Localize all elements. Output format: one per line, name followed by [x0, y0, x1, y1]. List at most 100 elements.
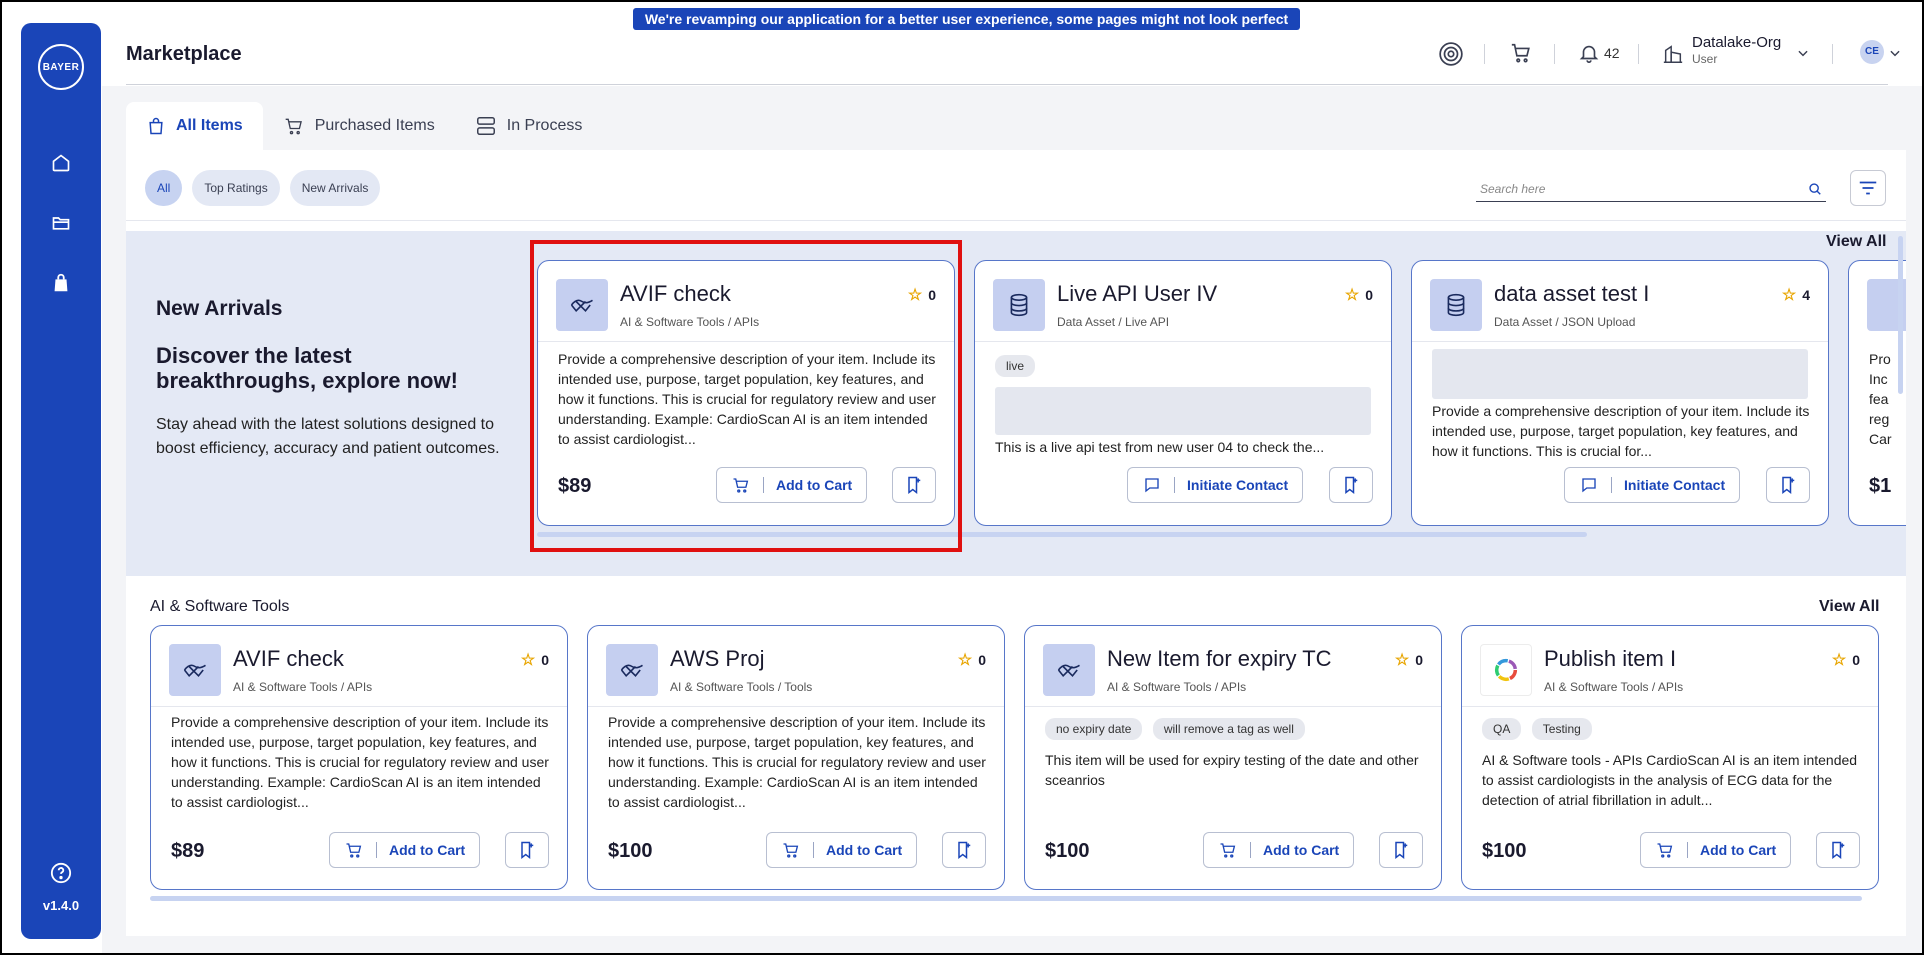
bookmark-add-icon: [1345, 476, 1358, 495]
header-separator: [1638, 44, 1639, 64]
bayer-logo[interactable]: BAYER: [38, 44, 84, 90]
card-rating: ☆ 0: [1832, 650, 1860, 670]
button-label: Add to Cart: [826, 842, 903, 858]
initiate-contact-button[interactable]: Initiate Contact: [1564, 467, 1741, 503]
new-arrivals-view-all[interactable]: View All: [1826, 233, 1886, 251]
card-tags: live: [995, 355, 1041, 377]
bookmark-button[interactable]: [892, 467, 936, 503]
add-cart-icon: [1657, 843, 1673, 858]
tab-purchased-items[interactable]: Purchased Items: [263, 102, 455, 150]
add-to-cart-button[interactable]: Add to Cart: [329, 832, 481, 868]
bag-icon: [149, 117, 163, 135]
ai-tools-horizontal-scrollbar[interactable]: [150, 896, 1862, 901]
star-icon: ☆: [907, 287, 923, 304]
star-icon: ☆: [520, 652, 536, 669]
chip-new-arrivals[interactable]: New Arrivals: [289, 170, 381, 206]
button-label: Add to Cart: [1263, 842, 1340, 858]
card-title: Live API User IV: [1057, 281, 1218, 306]
add-to-cart-button[interactable]: Add to Cart: [1203, 832, 1355, 868]
filter-divider: [126, 220, 1906, 221]
bookmark-add-icon: [1832, 841, 1845, 860]
card-divider: [1462, 706, 1878, 707]
card-description: Provide a comprehensive description of y…: [608, 714, 986, 810]
notification-count: 42: [1604, 45, 1620, 61]
stack-icon: [476, 117, 495, 135]
tab-in-process[interactable]: In Process: [455, 102, 603, 150]
user-chevron-down-icon[interactable]: [1888, 46, 1902, 60]
bookmark-button[interactable]: [1766, 467, 1810, 503]
chip-all[interactable]: All: [145, 170, 183, 206]
horizontal-scrollbar[interactable]: [537, 532, 1587, 537]
add-to-cart-button[interactable]: Add to Cart: [1640, 832, 1792, 868]
header-divider: [126, 84, 1888, 85]
product-card[interactable]: Live API User IV Data Asset / Live API ☆…: [974, 260, 1392, 526]
button-label: Initiate Contact: [1187, 477, 1289, 493]
bookmark-add-icon: [908, 476, 921, 495]
card-title: AWS Proj: [670, 646, 765, 671]
bookmark-button[interactable]: [1816, 832, 1860, 868]
initiate-contact-button[interactable]: Initiate Contact: [1127, 467, 1304, 503]
org-switcher[interactable]: Datalake-Org User: [1692, 34, 1781, 66]
revamp-banner: We're revamping our application for a be…: [633, 8, 1300, 49]
rating-value: 0: [1415, 652, 1423, 668]
vertical-scrollbar[interactable]: [1898, 236, 1903, 394]
cart-icon[interactable]: [1510, 42, 1532, 64]
marketplace-bag-icon[interactable]: [47, 269, 75, 297]
add-cart-icon: [1220, 843, 1236, 858]
product-card[interactable]: New Item for expiry TC AI & Software Too…: [1024, 625, 1442, 890]
card-description: This is a live api test from new user 04…: [995, 439, 1325, 455]
product-card[interactable]: AVIF check AI & Software Tools / APIs ☆ 0…: [537, 260, 955, 526]
tab-label: In Process: [506, 117, 583, 134]
home-icon[interactable]: [47, 149, 75, 177]
bookmark-button[interactable]: [942, 832, 986, 868]
chip-top-ratings[interactable]: Top Ratings: [192, 170, 280, 206]
org-chevron-down-icon[interactable]: [1796, 46, 1810, 60]
product-card[interactable]: AWS Proj AI & Software Tools / Tools ☆ 0 …: [587, 625, 1005, 890]
add-to-cart-button[interactable]: Add to Cart: [766, 832, 918, 868]
card-price: $89: [558, 475, 592, 497]
tab-all-items[interactable]: All Items: [126, 102, 263, 150]
bookmark-add-icon: [1395, 841, 1408, 860]
header-separator: [1832, 44, 1833, 64]
star-icon: ☆: [1344, 287, 1360, 304]
card-category: Data Asset / Live API: [1057, 315, 1170, 329]
star-icon: ☆: [957, 652, 973, 669]
card-divider: [1412, 341, 1828, 342]
search-input[interactable]: Search here: [1476, 176, 1826, 202]
card-rating: ☆ 0: [958, 650, 986, 670]
button-label: Add to Cart: [776, 477, 853, 493]
help-icon[interactable]: [47, 859, 75, 887]
card-rating: ☆ 0: [521, 650, 549, 670]
page-title: Marketplace: [126, 43, 242, 65]
add-to-cart-button[interactable]: Add to Cart: [716, 467, 868, 503]
card-rating: ☆ 0: [1395, 650, 1423, 670]
user-avatar[interactable]: CE: [1860, 40, 1884, 64]
card-category: AI & Software Tools / Tools: [670, 680, 813, 694]
bookmark-add-icon: [958, 841, 971, 860]
rating-value: 0: [1365, 287, 1373, 303]
product-card[interactable]: Publish item I AI & Software Tools / API…: [1461, 625, 1879, 890]
bookmark-button[interactable]: [1379, 832, 1423, 868]
new-arrivals-heading: New Arrivals: [156, 297, 283, 320]
card-divider: [538, 341, 954, 342]
card-price: $100: [608, 840, 653, 862]
settings-ring-icon[interactable]: [1438, 41, 1464, 67]
product-card[interactable]: data asset test I Data Asset / JSON Uplo…: [1411, 260, 1829, 526]
tab-label: All Items: [176, 117, 243, 134]
notification-button[interactable]: 42: [1578, 42, 1620, 64]
image-placeholder: [995, 387, 1371, 435]
card-divider: [151, 706, 567, 707]
new-arrivals-section: New Arrivals Discover the latest breakth…: [126, 231, 1906, 576]
ai-tools-view-all[interactable]: View All: [1819, 598, 1879, 616]
card-rating: ☆ 0: [1345, 285, 1373, 305]
button-label: Add to Cart: [1700, 842, 1777, 858]
filter-button[interactable]: [1850, 170, 1886, 206]
bookmark-button[interactable]: [1329, 467, 1373, 503]
card-divider: [588, 706, 1004, 707]
org-role: User: [1692, 52, 1718, 66]
bookmark-button[interactable]: [505, 832, 549, 868]
folder-icon[interactable]: [47, 209, 75, 237]
product-card[interactable]: AVIF check AI & Software Tools / APIs ☆ 0…: [150, 625, 568, 890]
colorful-ring-logo: [1480, 644, 1532, 696]
org-name: Datalake-Org: [1692, 34, 1782, 51]
